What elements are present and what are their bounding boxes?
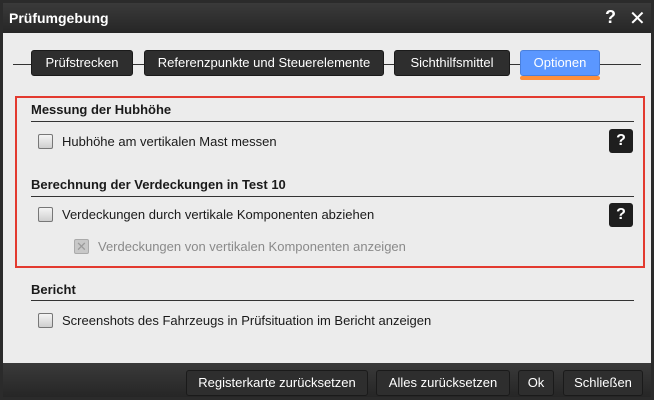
screenshots-checkbox[interactable] [38, 313, 53, 328]
dialog-window: Prüfumgebung ? ✕ Prüfstrecken Referenzpu… [0, 0, 654, 400]
option-hubhoehe-mast[interactable]: Hubhöhe am vertikalen Mast messen [38, 134, 277, 149]
close-icon[interactable]: ✕ [629, 6, 646, 31]
reset-all-button[interactable]: Alles zurücksetzen [376, 370, 510, 396]
section-divider [31, 196, 634, 197]
help-button-hubhoehe[interactable]: ? [609, 129, 633, 153]
verdeckungen-anzeigen-checkbox: ✕ [74, 239, 89, 254]
active-tab-indicator [520, 76, 600, 80]
tab-sichthilfsmittel[interactable]: Sichthilfsmittel [394, 50, 510, 76]
tab-optionen[interactable]: Optionen [520, 50, 600, 76]
ok-button[interactable]: Ok [518, 370, 554, 396]
title-bar: Prüfumgebung ? ✕ [3, 3, 651, 33]
verdeckungen-checkbox[interactable] [38, 207, 53, 222]
section-heading-hubhoehe: Messung der Hubhöhe [31, 102, 172, 117]
section-heading-bericht: Bericht [31, 282, 76, 297]
verdeckungen-label: Verdeckungen durch vertikale Komponenten… [62, 207, 375, 222]
tab-pruefstrecken[interactable]: Prüfstrecken [31, 50, 133, 76]
screenshots-label: Screenshots des Fahrzeugs in Prüfsituati… [62, 313, 432, 328]
section-divider [31, 300, 634, 301]
help-button-verdeckungen[interactable]: ? [609, 203, 633, 227]
close-button[interactable]: Schließen [563, 370, 643, 396]
option-verdeckungen-anzeigen: ✕ Verdeckungen von vertikalen Komponente… [74, 239, 406, 254]
hubhoehe-label: Hubhöhe am vertikalen Mast messen [62, 134, 277, 149]
help-icon[interactable]: ? [605, 7, 616, 28]
option-verdeckungen-abziehen[interactable]: Verdeckungen durch vertikale Komponenten… [38, 207, 374, 222]
verdeckungen-anzeigen-label: Verdeckungen von vertikalen Komponenten … [98, 239, 406, 254]
section-heading-verdeckungen: Berechnung der Verdeckungen in Test 10 [31, 177, 286, 192]
option-screenshots-bericht[interactable]: Screenshots des Fahrzeugs in Prüfsituati… [38, 313, 431, 328]
tab-referenzpunkte[interactable]: Referenzpunkte und Steuerelemente [144, 50, 384, 76]
window-title: Prüfumgebung [9, 10, 109, 26]
hubhoehe-checkbox[interactable] [38, 134, 53, 149]
section-divider [31, 121, 634, 122]
reset-tab-button[interactable]: Registerkarte zurücksetzen [186, 370, 368, 396]
disabled-x-icon: ✕ [76, 239, 87, 254]
